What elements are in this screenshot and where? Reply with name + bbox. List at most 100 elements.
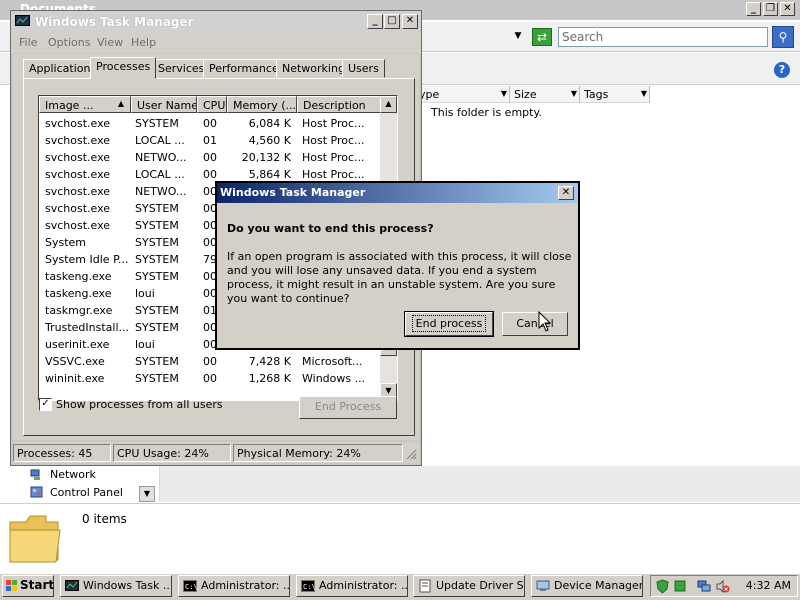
end-process-confirm-label: End process <box>411 315 487 332</box>
scroll-up-icon[interactable]: ▲ <box>380 96 397 113</box>
help-icon[interactable]: ? <box>774 62 790 78</box>
resize-grip-icon[interactable] <box>405 448 417 460</box>
cell-image: svchost.exe <box>45 117 111 130</box>
svg-text:C:\: C:\ <box>185 583 197 591</box>
cell-memory: 5,864 K <box>248 168 291 181</box>
task-manager-title: Windows Task Manager <box>35 15 194 29</box>
cancel-button[interactable]: Cancel <box>502 312 568 336</box>
task-manager-icon <box>65 580 79 591</box>
column-menu-icon[interactable]: ▼ <box>641 89 647 98</box>
nav-item-network[interactable]: Network <box>50 468 96 481</box>
tab-users[interactable]: Users <box>342 59 385 78</box>
tab-networking[interactable]: Networking <box>276 59 351 78</box>
cell-user-name: LOCAL ... <box>135 134 185 147</box>
cell-user-name: SYSTEM <box>135 117 179 130</box>
taskbar-button-administrator-1[interactable]: C:\ Administrator: ... <box>178 575 290 597</box>
menu-view[interactable]: View <box>97 36 123 49</box>
end-process-confirm-button[interactable]: End process <box>404 311 494 337</box>
maximize-icon[interactable]: □ <box>384 14 400 29</box>
column-header-tags[interactable]: Tags ▼ <box>580 86 650 103</box>
show-all-users-checkbox[interactable]: ✓ <box>39 398 52 411</box>
network-status-icon[interactable] <box>697 579 712 594</box>
cell-memory: 7,428 K <box>248 355 291 368</box>
dialog-title: Windows Task Manager <box>220 186 366 199</box>
cell-user-name: SYSTEM <box>135 253 179 266</box>
cell-image: taskeng.exe <box>45 287 112 300</box>
task-manager-title-bar[interactable]: Windows Task Manager _ □ ✕ <box>11 11 421 33</box>
column-header-image[interactable]: Image ... ▲ <box>39 96 131 113</box>
minimize-icon[interactable]: _ <box>367 14 383 29</box>
column-header-cpu[interactable]: CPU <box>197 96 227 113</box>
process-row[interactable]: VSSVC.exe SYSTEM 00 7,428 K Microsoft... <box>39 353 381 370</box>
navigation-pane: Network Control Panel <box>0 466 160 502</box>
cell-image: taskeng.exe <box>45 270 112 283</box>
column-header-memory[interactable]: Memory (... <box>227 96 297 113</box>
cell-image: taskmgr.exe <box>45 304 113 317</box>
column-header-user-name[interactable]: User Name <box>131 96 197 113</box>
scroll-down-icon[interactable]: ▼ <box>139 486 155 502</box>
column-header-type[interactable]: Type ▼ <box>414 86 510 103</box>
restore-icon[interactable]: ❐ <box>763 2 778 16</box>
taskbar-button-device-manager[interactable]: Device Manager <box>531 575 643 597</box>
system-tray: 4:32 AM <box>650 575 798 597</box>
start-label: Start <box>20 578 55 592</box>
cell-image: TrustedInstall... <box>45 321 129 334</box>
close-icon[interactable]: ✕ <box>402 14 418 29</box>
command-prompt-icon: C:\ <box>301 580 315 592</box>
process-row[interactable]: svchost.exe NETWO... 00 20,132 K Host Proc..… <box>39 149 381 166</box>
taskbar-button-update-driver[interactable]: Update Driver S... <box>413 575 525 597</box>
explorer-content-area <box>160 466 800 502</box>
cell-image: svchost.exe <box>45 151 111 164</box>
windows-logo-icon <box>6 580 17 591</box>
cell-description: Microsoft... <box>302 355 363 368</box>
status-cpu-usage: CPU Usage: 24% <box>113 444 231 462</box>
tab-performance[interactable]: Performance <box>203 59 285 78</box>
close-icon[interactable]: ✕ <box>780 2 795 16</box>
menu-options[interactable]: Options <box>48 36 90 49</box>
status-physical-memory: Physical Memory: 24% <box>233 444 403 462</box>
start-button[interactable]: Start <box>2 575 54 597</box>
dialog-question: Do you want to end this process? <box>227 222 434 235</box>
volume-muted-icon[interactable] <box>715 579 730 594</box>
cell-user-name: loui <box>135 287 155 300</box>
dialog-title-bar[interactable]: Windows Task Manager ✕ <box>217 183 578 203</box>
search-icon[interactable]: ⚲ <box>772 26 794 48</box>
process-row[interactable]: svchost.exe LOCAL ... 01 4,560 K Host Proc..… <box>39 132 381 149</box>
close-icon[interactable]: ✕ <box>558 186 574 200</box>
clock[interactable]: 4:32 AM <box>746 579 791 592</box>
status-bar: Processes: 45 CPU Usage: 24% Physical Me… <box>13 442 419 463</box>
cell-user-name: SYSTEM <box>135 236 179 249</box>
folder-icon <box>9 515 61 563</box>
process-row[interactable]: svchost.exe SYSTEM 00 6,084 K Host Proc... <box>39 115 381 132</box>
cell-image: System Idle P... <box>45 253 129 266</box>
refresh-icon[interactable]: ⇄ <box>532 28 552 46</box>
update-driver-icon <box>419 579 431 593</box>
column-menu-icon[interactable]: ▼ <box>571 89 577 98</box>
end-process-button[interactable]: End Process <box>299 396 397 419</box>
menu-file[interactable]: File <box>19 36 37 49</box>
tab-services[interactable]: Services <box>152 59 211 78</box>
end-process-dialog: Windows Task Manager ✕ Do you want to en… <box>215 181 580 350</box>
security-shield-icon[interactable] <box>655 579 670 594</box>
show-all-users-label[interactable]: Show processes from all users <box>56 398 223 411</box>
cell-image: System <box>45 236 87 249</box>
flag-icon[interactable] <box>673 579 688 594</box>
nav-item-control-panel[interactable]: Control Panel <box>50 486 123 499</box>
search-input[interactable]: Search <box>558 27 768 47</box>
minimize-icon[interactable]: _ <box>746 2 761 16</box>
menu-help[interactable]: Help <box>131 36 156 49</box>
control-panel-icon <box>30 486 43 498</box>
taskbar-button-task-manager[interactable]: Windows Task ... <box>60 575 172 597</box>
address-dropdown-icon[interactable]: ▼ <box>512 31 524 43</box>
cell-cpu: 00 <box>203 151 217 164</box>
taskbar-button-administrator-2[interactable]: C:\ Administrator: ... <box>296 575 408 597</box>
column-header-size[interactable]: Size ▼ <box>510 86 580 103</box>
tab-processes[interactable]: Processes <box>90 57 157 79</box>
cell-image: svchost.exe <box>45 134 111 147</box>
column-header-description[interactable]: Description <box>297 96 381 113</box>
sort-ascending-icon: ▲ <box>117 99 124 108</box>
cell-image: svchost.exe <box>45 202 111 215</box>
process-row[interactable]: wininit.exe SYSTEM 00 1,268 K Windows ... <box>39 370 381 387</box>
cell-user-name: LOCAL ... <box>135 168 185 181</box>
column-menu-icon[interactable]: ▼ <box>501 89 507 98</box>
